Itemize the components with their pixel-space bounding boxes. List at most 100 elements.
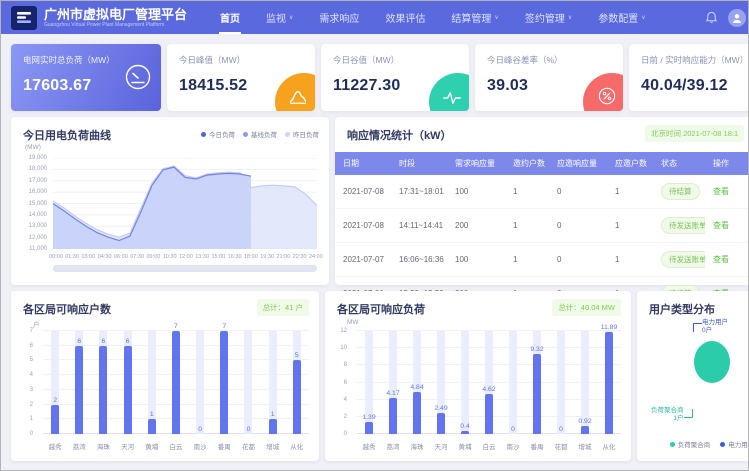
table-cell: 2021-07-08: [335, 209, 391, 243]
response-table: 日期时段需求响应量邀约户数应邀响应量应邀户数状态操作 2021-07-0817:…: [335, 152, 749, 311]
bar-越秀: 1.39: [365, 331, 373, 434]
legend-item-电力用户[interactable]: 电力用户: [720, 439, 749, 449]
dashboard-page: 广州市虚拟电厂管理平台 Guangzhou Virtual Power Plan…: [0, 0, 749, 471]
top-navbar: 广州市虚拟电厂管理平台 Guangzhou Virtual Power Plan…: [1, 1, 748, 34]
chevron-down-icon: ∨: [289, 14, 293, 21]
view-link[interactable]: 查看: [713, 255, 729, 264]
bar-天河: 6: [124, 331, 132, 434]
legend-dot-icon: [720, 442, 725, 447]
kpi-title: 日前 / 实时响应能力（MW）: [641, 54, 749, 66]
total-badge: 总计：41 户: [257, 299, 309, 316]
response-stats-panel: 响应情况统计（kW） 北京时间 2021-07-08 18:1 日期时段需求响应…: [335, 117, 749, 285]
table-row: 2021-07-0716:06~16:36100101待发送账单查看: [335, 243, 749, 277]
legend-item-昨日负荷[interactable]: 昨日负荷: [285, 129, 319, 139]
callout-aggregator: 负荷聚合商 1户: [651, 407, 693, 422]
logo[interactable]: [11, 6, 37, 30]
x-label: 越秀: [363, 441, 376, 451]
bell-icon[interactable]: [705, 11, 718, 24]
x-label: 白云: [169, 441, 182, 451]
callout-line: [684, 409, 693, 418]
logo-icon: [16, 11, 32, 25]
panel-title: 用户类型分布: [637, 291, 749, 317]
legend-item-基线负荷[interactable]: 基线负荷: [243, 129, 277, 139]
status-badge: 待发送账单: [661, 217, 705, 234]
x-label: 南沙: [194, 441, 207, 451]
nav-item-需求响应[interactable]: 需求响应: [306, 1, 372, 34]
table-cell: 1: [607, 175, 653, 209]
kpi-card-peak-valley-rate: 今日峰谷差率（%） 39.03: [475, 44, 623, 111]
column-header: 应邀响应量: [549, 152, 607, 175]
chevron-down-icon: ∨: [568, 14, 572, 21]
table-cell: 100: [447, 243, 505, 277]
nav-item-首页[interactable]: 首页: [207, 1, 253, 34]
table-cell: 100: [447, 175, 505, 209]
table-cell: 17:31~18:01: [391, 175, 447, 209]
callout-value: 1户: [651, 415, 684, 423]
navbar-right: [705, 9, 738, 27]
column-header: 时段: [391, 152, 447, 175]
y-axis-unit: 户: [33, 319, 40, 329]
beijing-time-badge: 北京时间 2021-07-08 18:1: [645, 125, 744, 142]
x-label: 天河: [121, 441, 134, 451]
chart-legend: 今日负荷基线负荷昨日负荷: [201, 129, 319, 139]
kpi-card-today-valley: 今日谷值（MW） 11227.30: [321, 44, 469, 111]
y-axis-unit: MW: [347, 319, 359, 326]
bar-增城: 0.92: [581, 331, 589, 434]
content-area: 电网实时总负荷（MW） 17603.67 今日峰值（MW） 18415.52: [1, 34, 748, 461]
view-link[interactable]: 查看: [713, 187, 729, 196]
avatar[interactable]: [728, 9, 746, 27]
x-label: 增城: [266, 441, 279, 451]
bar-花都: 0: [557, 331, 565, 434]
middle-row: 今日用电负荷曲线 (MW) 今日负荷基线负荷昨日负荷 19,00018,0001…: [11, 117, 749, 285]
bar-白云: 7: [172, 331, 180, 434]
nav-item-效果评估[interactable]: 效果评估: [372, 1, 438, 34]
legend-item-负荷聚合商[interactable]: 负荷聚合商: [670, 439, 711, 449]
x-label: 荔湾: [387, 441, 400, 451]
bar-番禺: 7: [220, 331, 228, 434]
donut-legend: 负荷聚合商电力用户: [637, 439, 749, 449]
legend-item-今日负荷[interactable]: 今日负荷: [201, 129, 235, 139]
table-cell: 2021-07-08: [335, 175, 391, 209]
peak-icon: [288, 89, 308, 105]
data-zoom-scrollbar[interactable]: [53, 265, 317, 272]
kpi-card-today-peak: 今日峰值（MW） 18415.52: [167, 44, 315, 111]
nav-item-参数配置[interactable]: 参数配置∨: [585, 1, 658, 34]
table-cell: 1: [607, 243, 653, 277]
x-label: 花都: [242, 441, 255, 451]
view-link[interactable]: 查看: [713, 221, 729, 230]
kpi-value: 40.04/39.12: [641, 77, 749, 95]
column-header: 邀约户数: [505, 152, 549, 175]
user-type-panel: 用户类型分布 电力用户 0户 负荷聚合商 1户 负荷聚合商电力用户: [637, 291, 749, 461]
nav-item-label: 监视: [266, 10, 286, 25]
table-cell: 1: [607, 209, 653, 243]
table-row: 2021-07-0814:11~14:41200101待发送账单查看: [335, 209, 749, 243]
nav-item-label: 首页: [220, 10, 240, 25]
x-label: 增城: [579, 441, 592, 451]
x-label: 黄埔: [459, 441, 472, 451]
table-row: 2021-07-0817:31~18:01100101待结算查看: [335, 175, 749, 209]
app-subtitle: Guangzhou Virtual Power Plant Management…: [44, 22, 187, 28]
nav-item-签约管理[interactable]: 签约管理∨: [512, 1, 585, 34]
x-label: 海珠: [97, 441, 110, 451]
x-label: 番禺: [531, 441, 544, 451]
chevron-down-icon: ∨: [494, 14, 498, 21]
x-label: 天河: [435, 441, 448, 451]
bar-番禺: 9.32: [533, 331, 541, 434]
table-cell: 0: [549, 175, 607, 209]
y-axis-labels: 01234567: [15, 331, 37, 434]
nav-item-label: 需求响应: [319, 10, 359, 25]
bar-海珠: 4.84: [413, 331, 421, 434]
load-curve-chart: [53, 158, 317, 249]
nav-item-监视[interactable]: 监视∨: [253, 1, 306, 34]
load-curve-panel: 今日用电负荷曲线 (MW) 今日负荷基线负荷昨日负荷 19,00018,0001…: [11, 117, 329, 285]
bar-荔湾: 6: [75, 331, 83, 434]
callout-label: 负荷聚合商: [651, 407, 684, 415]
kpi-title: 今日峰谷差率（%）: [487, 54, 611, 66]
bar-白云: 4.62: [485, 331, 493, 434]
nav-item-结算管理[interactable]: 结算管理∨: [438, 1, 511, 34]
app-title: 广州市虚拟电厂管理平台: [44, 8, 187, 22]
column-header: 应邀户数: [607, 152, 653, 175]
x-label: 海珠: [411, 441, 424, 451]
column-header: 状态: [653, 152, 705, 175]
bar-海珠: 6: [99, 331, 107, 434]
